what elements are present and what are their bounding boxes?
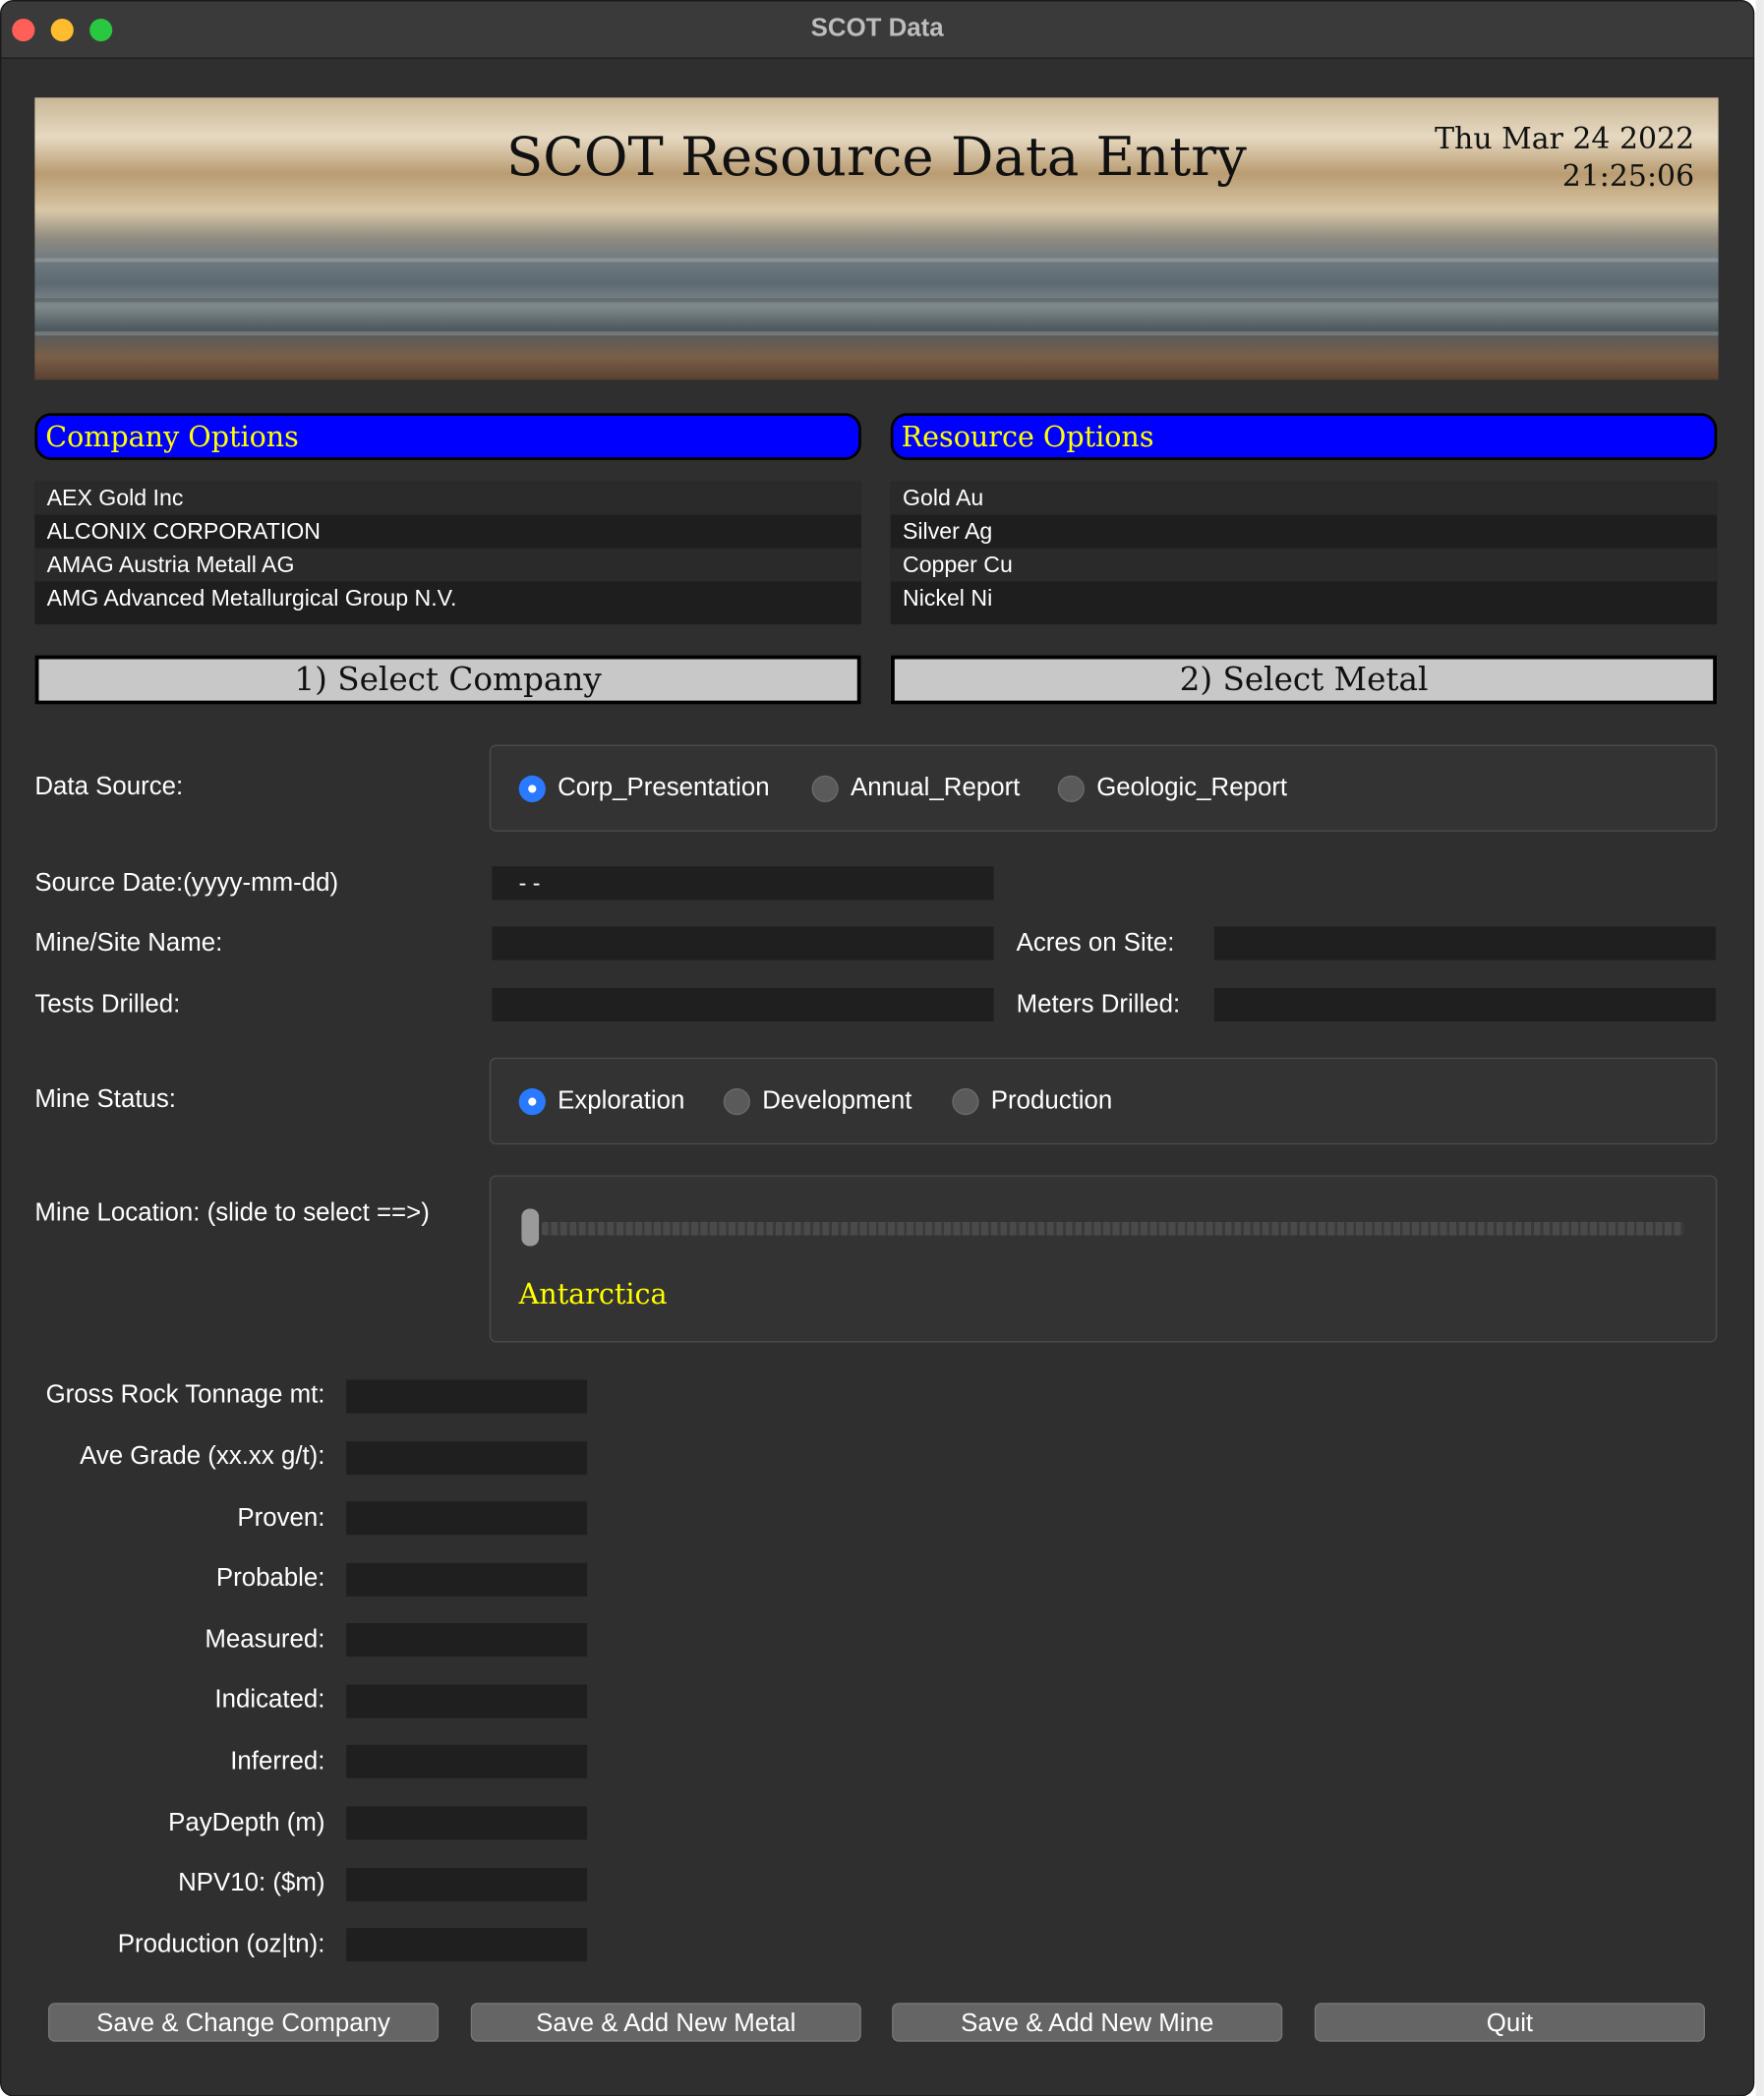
banner-image: SCOT Resource Data Entry Thu Mar 24 2022… — [34, 97, 1719, 380]
mine-name-label: Mine/Site Name: — [34, 929, 223, 958]
mine-location-label: Mine Location: (slide to select ==>) — [34, 1198, 430, 1228]
banner-time: 21:25:06 — [1561, 160, 1695, 195]
location-value: Antarctica — [518, 1278, 668, 1310]
npv10-field[interactable] — [346, 1867, 588, 1901]
radio-label: Corp_Presentation — [558, 773, 770, 802]
probable-label: Probable: — [215, 1564, 325, 1593]
window-title: SCOT Data — [810, 14, 944, 43]
location-slider-handle[interactable] — [521, 1208, 540, 1247]
list-item[interactable]: AMG Advanced Metallurgical Group N.V. — [34, 581, 861, 615]
gross-tonnage-field[interactable] — [346, 1379, 588, 1414]
radio-development[interactable]: Development — [723, 1059, 912, 1143]
company-options-header: Company Options — [34, 413, 861, 460]
list-item[interactable]: AMAG Austria Metall AG — [34, 548, 861, 582]
inferred-label: Inferred: — [230, 1747, 325, 1776]
select-company-button[interactable]: 1) Select Company — [34, 655, 861, 705]
source-date-field[interactable]: - - — [492, 866, 994, 901]
measured-field[interactable] — [346, 1623, 588, 1658]
list-item[interactable]: Copper Cu — [890, 548, 1718, 582]
radio-label: Geologic_Report — [1096, 773, 1288, 802]
production-field[interactable] — [346, 1928, 588, 1962]
acres-label: Acres on Site: — [1016, 929, 1175, 958]
npv10-label: NPV10: ($m) — [178, 1869, 325, 1897]
radio-exploration[interactable]: Exploration — [518, 1059, 685, 1143]
probable-field[interactable] — [346, 1562, 588, 1597]
ave-grade-field[interactable] — [346, 1441, 588, 1476]
indicated-label: Indicated: — [214, 1685, 325, 1715]
radio-geologic-report[interactable]: Geologic_Report — [1057, 746, 1288, 831]
radio-annual-report[interactable]: Annual_Report — [811, 746, 1021, 831]
resource-options-header: Resource Options — [890, 413, 1718, 460]
radio-production[interactable]: Production — [952, 1059, 1112, 1143]
app-window: SCOT Data SCOT Resource Data Entry Thu M… — [0, 0, 1755, 2096]
title-bar[interactable]: SCOT Data — [1, 1, 1753, 59]
mine-status-group: Exploration Development Production — [489, 1057, 1718, 1145]
inferred-field[interactable] — [346, 1744, 588, 1778]
banner-date: Thu Mar 24 2022 — [1435, 123, 1695, 157]
measured-label: Measured: — [205, 1625, 325, 1655]
proven-field[interactable] — [346, 1501, 588, 1536]
list-item[interactable]: AEX Gold Inc — [34, 481, 861, 515]
radio-unselected-icon — [1057, 775, 1085, 802]
radio-label: Development — [762, 1086, 912, 1115]
mine-location-group — [489, 1175, 1718, 1343]
production-label: Production (oz|tn): — [117, 1930, 325, 1959]
radio-label: Exploration — [558, 1086, 685, 1115]
list-item[interactable]: Nickel Ni — [890, 581, 1718, 615]
background-edge — [1755, 0, 1764, 2096]
source-date-label: Source Date:(yyyy-mm-dd) — [34, 869, 339, 898]
data-source-label: Data Source: — [34, 773, 184, 801]
save-add-metal-button[interactable]: Save & Add New Metal — [470, 2003, 861, 2042]
radio-selected-icon — [518, 1087, 546, 1115]
ave-grade-label: Ave Grade (xx.xx g/t): — [80, 1442, 325, 1471]
radio-unselected-icon — [952, 1087, 979, 1115]
list-item[interactable]: Gold Au — [890, 481, 1718, 515]
quit-button[interactable]: Quit — [1314, 2003, 1705, 2042]
proven-label: Proven: — [237, 1504, 325, 1533]
meters-drilled-label: Meters Drilled: — [1016, 990, 1181, 1019]
indicated-field[interactable] — [346, 1684, 588, 1718]
tests-drilled-field[interactable] — [492, 988, 994, 1022]
paydepth-label: PayDepth (m) — [168, 1809, 325, 1837]
mine-name-field[interactable] — [492, 926, 994, 961]
resource-listbox[interactable]: Gold Au Silver Ag Copper Cu Nickel Ni — [890, 481, 1718, 625]
gross-tonnage-label: Gross Rock Tonnage mt: — [45, 1380, 325, 1410]
acres-field[interactable] — [1213, 926, 1716, 961]
mine-status-label: Mine Status: — [34, 1085, 176, 1114]
list-item[interactable]: ALCONIX CORPORATION — [34, 514, 861, 549]
radio-selected-icon — [518, 775, 546, 802]
radio-unselected-icon — [723, 1087, 750, 1115]
screen: SCOT Data SCOT Resource Data Entry Thu M… — [0, 0, 1764, 2096]
meters-drilled-field[interactable] — [1213, 988, 1716, 1022]
radio-unselected-icon — [811, 775, 839, 802]
list-item[interactable]: Silver Ag — [890, 514, 1718, 549]
radio-label: Production — [990, 1086, 1113, 1115]
company-listbox[interactable]: AEX Gold Inc ALCONIX CORPORATION AMAG Au… — [34, 481, 861, 625]
data-source-group: Corp_Presentation Annual_Report Geologic… — [489, 744, 1718, 832]
save-add-mine-button[interactable]: Save & Add New Mine — [892, 2003, 1283, 2042]
radio-label: Annual_Report — [850, 773, 1021, 802]
tests-drilled-label: Tests Drilled: — [34, 990, 181, 1019]
location-slider-track[interactable] — [541, 1222, 1684, 1236]
paydepth-field[interactable] — [346, 1806, 588, 1840]
select-metal-button[interactable]: 2) Select Metal — [890, 655, 1718, 705]
banner-datetime: Thu Mar 24 2022 21:25:06 — [1435, 122, 1694, 197]
radio-corp-presentation[interactable]: Corp_Presentation — [518, 746, 770, 831]
save-change-company-button[interactable]: Save & Change Company — [47, 2003, 440, 2042]
